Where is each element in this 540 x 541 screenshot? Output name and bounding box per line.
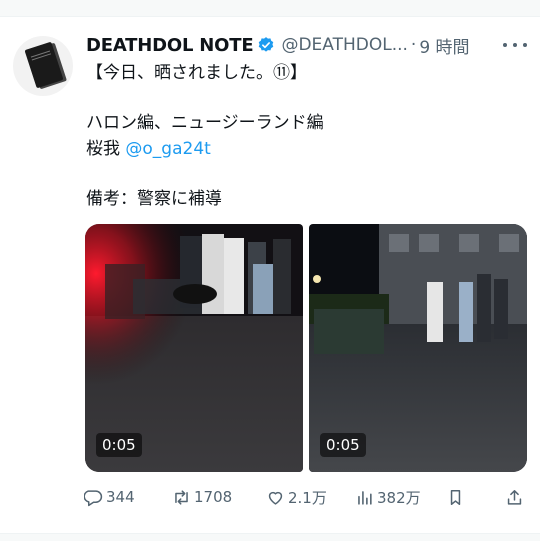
tweet-actions: 344 1708 2.1万 382万 <box>84 484 530 510</box>
reply-icon <box>84 489 103 506</box>
author-name[interactable]: DEATHDOL NOTE <box>86 35 254 56</box>
feed-divider-top <box>0 0 540 17</box>
repost-icon <box>175 489 188 505</box>
separator-dot: · <box>410 35 417 55</box>
views-count: 382万 <box>377 488 421 507</box>
verified-icon <box>259 37 274 52</box>
like-count: 2.1万 <box>288 488 327 507</box>
tweet-text-line-1: 【今日、晒されました。⑪】 <box>86 63 307 83</box>
video-thumbnail-1[interactable]: 0:05 <box>85 224 303 472</box>
timestamp[interactable]: 9 時間 <box>419 33 469 58</box>
like-icon <box>268 491 283 505</box>
more-icon[interactable] <box>503 35 527 55</box>
tweet-text-prefix: 桜我 <box>86 139 126 159</box>
share-button[interactable] <box>505 484 527 510</box>
tweet-text-line-3: 桜我 @o_ga24t <box>86 138 211 160</box>
reply-count: 344 <box>106 488 135 506</box>
tweet-text-line-4: 備考：警察に補導 <box>86 189 222 209</box>
repost-button[interactable]: 1708 <box>172 484 232 510</box>
views-icon <box>358 490 372 505</box>
repost-count: 1708 <box>194 488 233 506</box>
mention-link[interactable]: @o_ga24t <box>125 139 210 159</box>
bookmark-button[interactable] <box>446 484 468 510</box>
views-button[interactable]: 382万 <box>355 484 421 510</box>
video-duration-badge-1: 0:05 <box>96 433 142 457</box>
tweet-text-line-2: ハロン編、ニュージーランド編 <box>86 113 324 133</box>
bookmark-icon <box>450 489 461 505</box>
reply-button[interactable]: 344 <box>84 484 135 510</box>
avatar[interactable] <box>13 36 73 96</box>
like-button[interactable]: 2.1万 <box>266 484 327 510</box>
share-icon <box>507 489 522 505</box>
notebook-avatar-image <box>24 41 64 89</box>
tweet-header: DEATHDOL NOTE @DEATHDOL... · 9 時間 <box>86 32 470 58</box>
author-handle[interactable]: @DEATHDOL... <box>281 35 407 55</box>
video-duration-badge-2: 0:05 <box>320 433 366 457</box>
video-thumbnail-2[interactable]: 0:05 <box>309 224 527 472</box>
